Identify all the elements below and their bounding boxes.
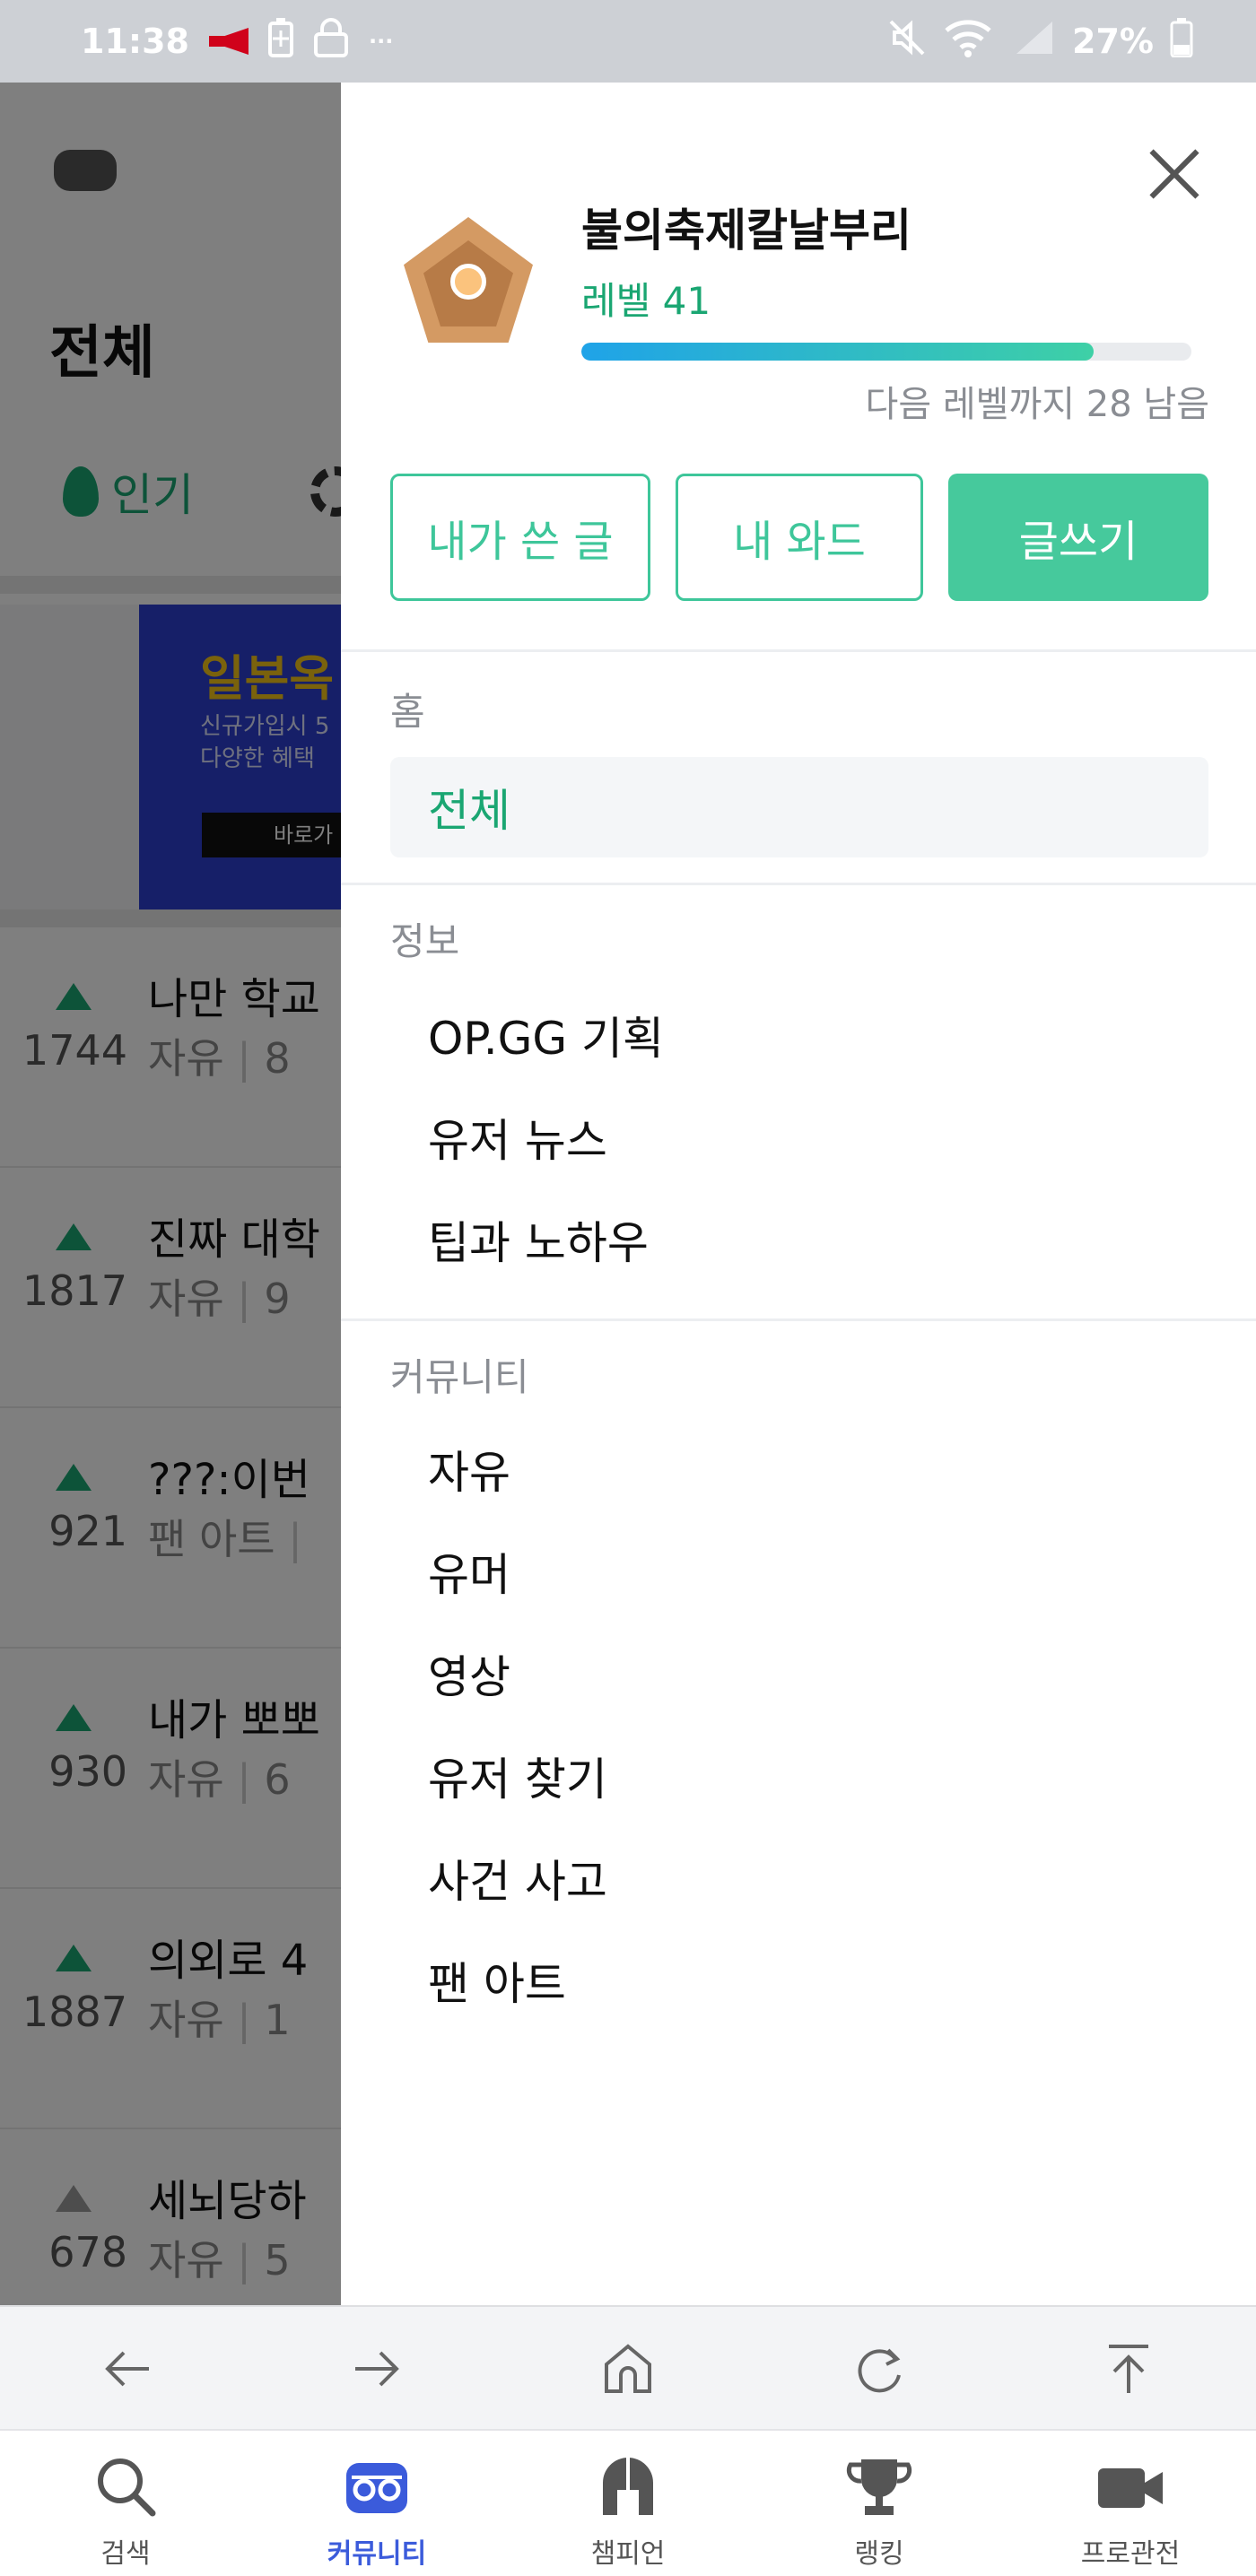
scroll-top-icon: [1109, 2345, 1148, 2393]
next-level-text: 다음 레벨까지 28 남음: [865, 384, 1209, 425]
community-icon: [341, 2450, 413, 2522]
username: 불의축제칼날부리: [581, 205, 911, 257]
section-label-home: 홈: [390, 690, 425, 734]
badge-gem: [450, 264, 486, 300]
forward-icon: [355, 2351, 399, 2387]
level-badge-avatar: [404, 217, 533, 346]
section-label-info: 정보: [390, 919, 460, 963]
video-camera-icon: [1095, 2450, 1166, 2522]
back-icon: [105, 2351, 149, 2387]
user-level: 레벨 41: [581, 279, 711, 323]
status-time: 11:38: [81, 22, 189, 61]
tab-ranking[interactable]: 랭킹: [754, 2431, 1005, 2576]
menu-item-opgg-feature[interactable]: OP.GG 기획: [390, 985, 1208, 1085]
divider: [341, 1318, 1256, 1321]
close-button[interactable]: [1139, 138, 1211, 210]
tab-label: 프로관전: [1080, 2538, 1181, 2570]
champion-helmet-icon: [592, 2450, 664, 2522]
refresh-icon: [858, 2348, 901, 2393]
bottom-tab-bar: 검색 커뮤니티 챔피언 랭킹 프로관전: [0, 2429, 1256, 2576]
menu-item-free[interactable]: 자유: [390, 1419, 1208, 1519]
megaphone-icon: [208, 28, 249, 55]
battery-saver-icon: [267, 17, 293, 65]
level-progress-bar: [581, 343, 1191, 361]
tab-champion[interactable]: 챔피언: [502, 2431, 754, 2576]
tab-label: 랭킹: [854, 2538, 904, 2570]
tab-label: 챔피언: [590, 2538, 666, 2570]
my-ward-button[interactable]: 내 와드: [676, 474, 923, 601]
level-progress-fill: [581, 343, 1095, 361]
battery-percent: 27%: [1072, 22, 1154, 61]
tab-pro-viewing[interactable]: 프로관전: [1005, 2431, 1256, 2576]
status-dots: ···: [368, 29, 394, 54]
menu-item-incidents[interactable]: 사건 사고: [390, 1828, 1208, 1928]
home-button[interactable]: [592, 2337, 664, 2400]
menu-item-humor[interactable]: 유머: [390, 1521, 1208, 1622]
menu-item-all[interactable]: 전체: [390, 757, 1208, 857]
back-button[interactable]: [92, 2337, 163, 2400]
signal-icon: [1013, 18, 1056, 65]
refresh-button[interactable]: [843, 2337, 915, 2400]
tab-search[interactable]: 검색: [0, 2431, 251, 2576]
tab-label: 커뮤니티: [327, 2538, 427, 2570]
menu-item-tips[interactable]: 팁과 노하우: [390, 1189, 1208, 1290]
battery-icon: [1170, 17, 1193, 65]
divider: [341, 649, 1256, 652]
menu-item-video[interactable]: 영상: [390, 1623, 1208, 1724]
wifi-icon: [943, 18, 997, 65]
my-posts-button[interactable]: 내가 쓴 글: [390, 474, 650, 601]
status-bar: 11:38 ··· 27%: [0, 0, 1256, 83]
home-icon: [605, 2344, 651, 2393]
search-icon: [90, 2450, 161, 2522]
scroll-top-button[interactable]: [1093, 2337, 1164, 2400]
section-label-community: 커뮤니티: [390, 1355, 529, 1399]
divider: [341, 883, 1256, 885]
lock-icon: [313, 17, 349, 65]
browser-nav-bar: [0, 2305, 1256, 2429]
menu-item-user-news[interactable]: 유저 뉴스: [390, 1087, 1208, 1188]
side-drawer: 불의축제칼날부리 레벨 41 다음 레벨까지 28 남음 내가 쓴 글 내 와드…: [341, 83, 1256, 2305]
write-button[interactable]: 글쓰기: [948, 474, 1208, 601]
menu-item-find-user[interactable]: 유저 찾기: [390, 1726, 1208, 1826]
tab-community[interactable]: 커뮤니티: [251, 2431, 502, 2576]
menu-item-fan-art[interactable]: 팬 아트: [390, 1930, 1208, 2031]
trophy-icon: [843, 2450, 915, 2522]
tab-label: 검색: [100, 2538, 151, 2570]
forward-button[interactable]: [341, 2337, 413, 2400]
mute-icon: [887, 18, 927, 65]
